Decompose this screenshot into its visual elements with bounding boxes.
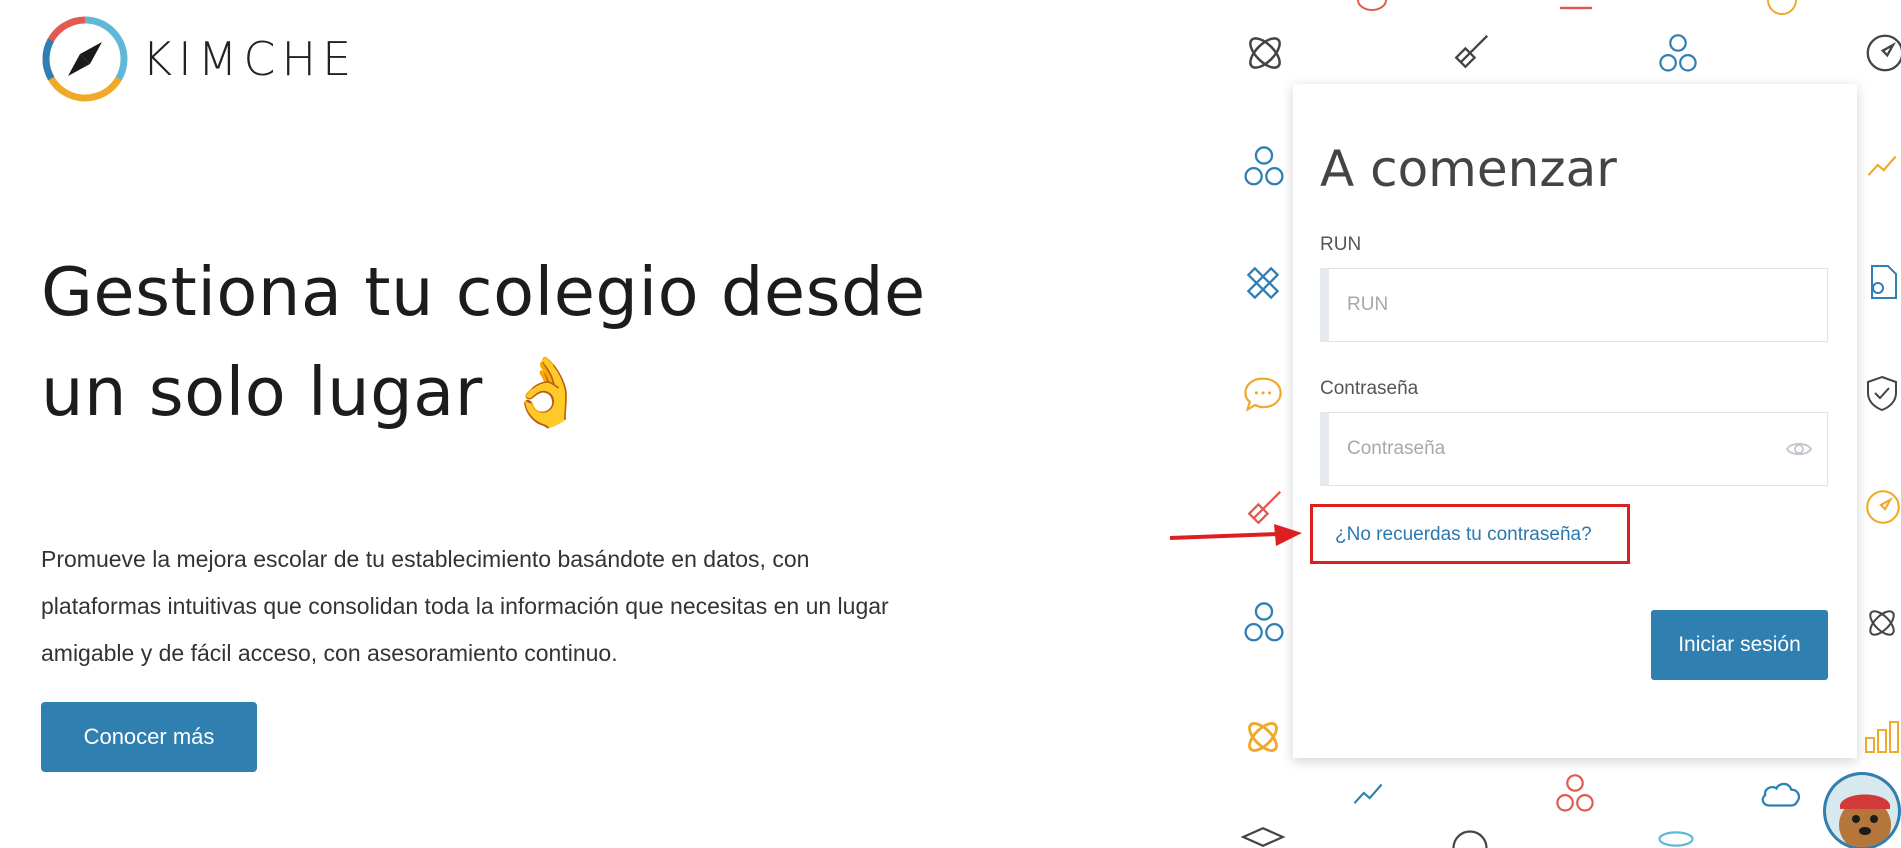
password-label: Contraseña bbox=[1320, 378, 1419, 399]
hero-title: Gestiona tu colegio desde un solo lugar … bbox=[41, 253, 926, 431]
hero-description: Promueve la mejora escolar de tu estable… bbox=[41, 546, 889, 666]
trend-up-icon bbox=[1867, 155, 1897, 176]
dog-avatar-icon bbox=[1826, 775, 1898, 847]
run-label: RUN bbox=[1320, 234, 1362, 255]
compass-icon bbox=[1452, 830, 1488, 848]
graduation-cap-icon bbox=[1240, 826, 1286, 848]
circles-icon bbox=[1659, 34, 1697, 72]
trend-up-icon bbox=[1353, 783, 1383, 804]
compass-icon bbox=[1866, 34, 1901, 72]
circles-icon bbox=[1244, 602, 1284, 642]
run-input[interactable] bbox=[1329, 269, 1827, 341]
bar-chart-icon bbox=[1865, 721, 1899, 753]
support-chat-avatar[interactable] bbox=[1823, 772, 1901, 848]
compass-icon bbox=[1767, 0, 1797, 15]
circles-icon bbox=[1244, 146, 1284, 186]
compass-icon bbox=[42, 16, 128, 102]
compass-icon bbox=[1866, 490, 1900, 524]
password-input[interactable] bbox=[1329, 413, 1827, 485]
login-title: A comenzar bbox=[1320, 140, 1617, 198]
eye-icon[interactable] bbox=[1785, 437, 1813, 461]
atom-icon bbox=[1869, 610, 1895, 636]
atom-icon bbox=[1658, 831, 1694, 847]
laptop-icon bbox=[1560, 6, 1592, 10]
shield-check-icon bbox=[1867, 375, 1897, 412]
chat-bubble-icon bbox=[1244, 377, 1282, 412]
login-card: A comenzar RUN Contraseña ¿No recuerdas … bbox=[1293, 84, 1857, 758]
learn-more-button[interactable]: Conocer más bbox=[41, 702, 257, 772]
pencil-ruler-icon bbox=[1246, 266, 1280, 300]
certificate-icon bbox=[1871, 265, 1897, 299]
run-field-wrapper bbox=[1320, 268, 1828, 342]
atom-icon bbox=[1249, 37, 1281, 69]
forgot-password-link[interactable]: ¿No recuerdas tu contraseña? bbox=[1335, 524, 1592, 546]
atom-icon bbox=[1357, 0, 1387, 11]
annotation-arrow-icon bbox=[1169, 524, 1302, 546]
circles-icon bbox=[1556, 774, 1594, 812]
brand[interactable]: KIMCHE bbox=[40, 14, 357, 104]
landing-page: KIMCHE Gestiona tu colegio desde un solo… bbox=[0, 0, 1901, 848]
rocket-icon bbox=[1454, 34, 1489, 69]
atom-icon bbox=[1248, 722, 1278, 752]
login-button[interactable]: Iniciar sesión bbox=[1651, 610, 1828, 680]
password-field-wrapper bbox=[1320, 412, 1828, 486]
cloud-icon bbox=[1761, 782, 1800, 807]
brand-name: KIMCHE bbox=[142, 32, 358, 86]
